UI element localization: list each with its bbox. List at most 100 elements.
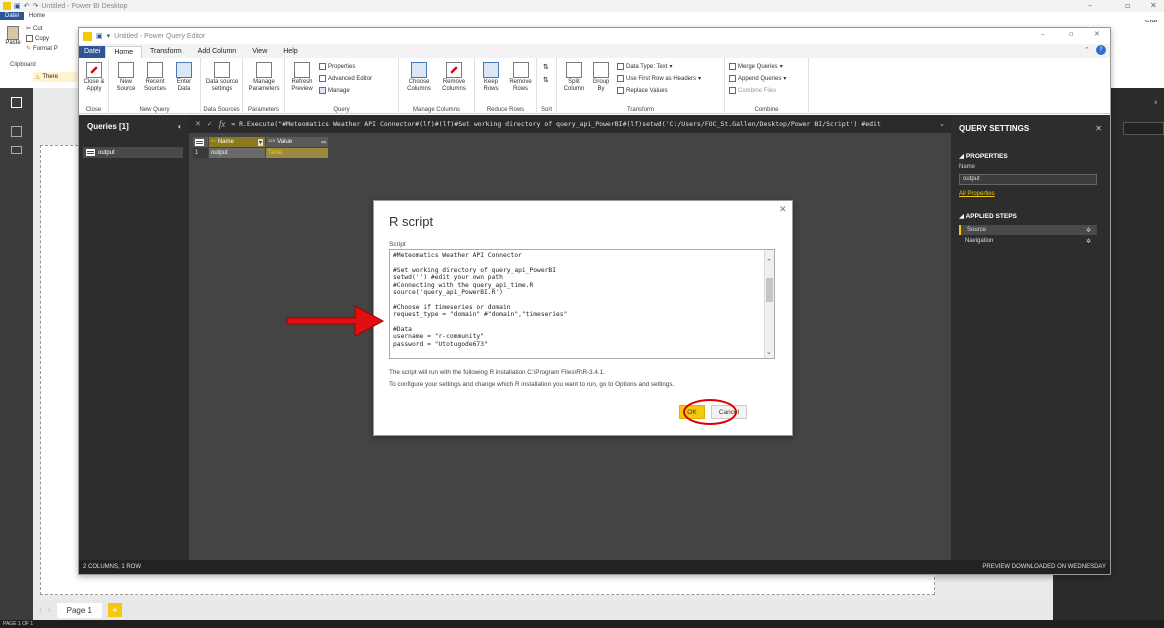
append-queries-button[interactable]: Append Queries ▾ <box>729 75 786 82</box>
chevron-right-icon[interactable]: › <box>1154 98 1158 108</box>
gear-icon[interactable]: ✲ <box>1086 238 1091 245</box>
tab-view[interactable]: View <box>244 46 275 58</box>
step-navigation[interactable]: Navigation ✲ <box>959 236 1097 246</box>
tab-datei[interactable]: Datei <box>79 46 106 58</box>
script-label: Script <box>389 241 406 248</box>
filter-dropdown-icon[interactable]: ▾ <box>257 138 263 146</box>
column-header-name[interactable]: ᴬᶜ Name ▾ <box>209 137 265 147</box>
close-icon[interactable]: ✕ <box>1150 1 1157 10</box>
maximize-icon[interactable]: ▫ <box>1069 30 1074 38</box>
collapse-pane-icon[interactable]: ‹ <box>178 122 181 131</box>
tab-transform[interactable]: Transform <box>142 46 190 58</box>
use-first-row-button[interactable]: Use First Row as Headers ▾ <box>617 75 701 82</box>
combine-files-icon <box>729 87 736 94</box>
scroll-up-icon[interactable]: ⌃ <box>766 258 772 266</box>
close-icon[interactable]: ✕ <box>1094 30 1100 38</box>
tab-datei[interactable]: Datei <box>0 12 25 20</box>
merge-queries-button[interactable]: Merge Queries ▾ <box>729 63 783 70</box>
report-view-icon[interactable] <box>11 97 22 108</box>
save-icon[interactable]: ▣ <box>14 2 21 10</box>
tab-home[interactable]: Home <box>24 13 50 19</box>
group-parameters: Manage Parameters Parameters <box>243 58 285 114</box>
advanced-editor-button[interactable]: Advanced Editor <box>319 75 372 82</box>
cell-value[interactable]: Table <box>266 148 328 158</box>
cancel-formula-icon[interactable]: ✕ <box>195 120 201 128</box>
close-icon[interactable]: ✕ <box>1095 124 1102 133</box>
help-icon[interactable]: ? <box>1096 45 1106 55</box>
triangle-down-icon: ◢ <box>959 212 964 220</box>
properties-button[interactable]: Properties <box>319 63 355 70</box>
step-source[interactable]: Source ✲ <box>959 225 1097 235</box>
script-code[interactable]: #Meteomatics Weather API Connector #Set … <box>393 252 763 348</box>
query-name-input[interactable]: output <box>959 174 1097 185</box>
data-grid: ᴬᶜ Name ▾ ¹²³ Value ⇔ 1 output Table <box>193 137 333 159</box>
tab-help[interactable]: Help <box>275 46 305 58</box>
group-manage-columns: Choose Columns Remove Columns Manage Col… <box>399 58 475 114</box>
recent-sources-button[interactable]: Recent Sources <box>141 62 169 93</box>
undo-icon[interactable]: ↶ <box>24 2 30 10</box>
redo-icon[interactable]: ↷ <box>33 2 39 10</box>
queries-pane: Queries [1] ‹ output <box>79 115 189 560</box>
prev-page-icon[interactable]: ‹ <box>39 606 42 614</box>
paste-button[interactable]: Paste <box>3 26 23 46</box>
refresh-preview-button[interactable]: Refresh Preview <box>289 62 315 93</box>
enter-data-button[interactable]: Enter Data <box>171 62 197 93</box>
minimize-icon[interactable]: – <box>1041 30 1045 38</box>
warning-icon: ⚠ <box>35 73 41 81</box>
cut-button[interactable]: ✂ Cut <box>26 25 42 32</box>
remove-columns-button[interactable]: Remove Columns <box>437 62 471 93</box>
next-page-icon[interactable]: › <box>48 606 51 614</box>
tab-home[interactable]: Home <box>105 46 143 58</box>
properties-heading[interactable]: ◢ PROPERTIES <box>959 152 1008 160</box>
sort-descending-icon[interactable]: ⇅ <box>543 76 549 84</box>
data-type-dropdown[interactable]: Data Type: Text ▾ <box>617 63 673 70</box>
keep-rows-button[interactable]: Keep Rows <box>477 62 505 93</box>
minimize-icon[interactable]: – <box>1088 1 1092 10</box>
save-icon[interactable]: ▣ <box>96 32 103 40</box>
query-settings-header: QUERY SETTINGS ✕ <box>959 123 1102 133</box>
sort-ascending-icon[interactable]: ⇅ <box>543 63 549 71</box>
split-column-button[interactable]: Split Column <box>561 62 587 93</box>
remove-rows-button[interactable]: Remove Rows <box>506 62 535 93</box>
replace-values-button[interactable]: Replace Values <box>617 87 668 94</box>
applied-steps-heading[interactable]: ◢ APPLIED STEPS <box>959 212 1017 220</box>
scroll-down-icon[interactable]: ⌄ <box>766 348 772 356</box>
pbi-ribbon: Paste ✂ Cut Copy ✎ Format P Clipboard ⚠ The… <box>0 20 80 88</box>
pbi-right-field[interactable] <box>1123 122 1164 135</box>
new-source-button[interactable]: New Source <box>113 62 139 93</box>
collapse-ribbon-icon[interactable]: ⌃ <box>1084 46 1090 54</box>
formula-input[interactable]: = R.Execute("#Meteomatics Weather API Co… <box>231 120 933 128</box>
format-painter-button[interactable]: ✎ Format P <box>26 45 58 52</box>
tab-add-column[interactable]: Add Column <box>190 46 245 58</box>
scroll-thumb[interactable] <box>766 278 773 302</box>
pbi-titlebar: ▣ ↶ ↷ Untitled - Power BI Desktop <box>0 0 1164 12</box>
group-by-button[interactable]: Group By <box>589 62 613 93</box>
chevron-down-icon: ▾ <box>779 63 783 70</box>
quick-access-dropdown-icon[interactable]: ▾ <box>107 32 111 40</box>
close-apply-button[interactable]: Close & Apply <box>81 62 107 93</box>
script-textarea[interactable]: #Meteomatics Weather API Connector #Set … <box>389 249 775 359</box>
choose-columns-button[interactable]: Choose Columns <box>403 62 435 93</box>
column-header-value[interactable]: ¹²³ Value ⇔ <box>266 137 328 147</box>
combine-files-button[interactable]: Combine Files <box>729 87 776 94</box>
add-page-icon[interactable]: + <box>107 603 122 617</box>
page-tab-1[interactable]: Page 1 <box>56 602 102 618</box>
model-view-icon[interactable] <box>11 146 22 154</box>
query-item-output[interactable]: output <box>83 147 183 158</box>
all-properties-link[interactable]: All Properties <box>959 191 995 197</box>
data-source-settings-button[interactable]: Data source settings <box>203 62 241 93</box>
cell-name[interactable]: output <box>209 148 265 158</box>
close-icon[interactable]: ✕ <box>779 205 787 215</box>
remove-rows-icon <box>512 62 529 78</box>
copy-button[interactable]: Copy <box>26 35 49 42</box>
manage-parameters-button[interactable]: Manage Parameters <box>245 62 283 93</box>
expand-column-icon[interactable]: ⇔ <box>321 139 326 146</box>
expand-formula-icon[interactable]: ⌄ <box>939 120 945 128</box>
gear-icon[interactable]: ✲ <box>1086 227 1091 234</box>
grid-corner[interactable] <box>193 137 208 147</box>
maximize-icon[interactable]: ▫ <box>1125 1 1130 10</box>
data-view-icon[interactable] <box>11 126 22 137</box>
confirm-formula-icon[interactable]: ✓ <box>207 120 213 128</box>
script-scrollbar[interactable]: ⌃ ⌄ <box>764 250 774 358</box>
manage-button[interactable]: Manage <box>319 87 350 94</box>
